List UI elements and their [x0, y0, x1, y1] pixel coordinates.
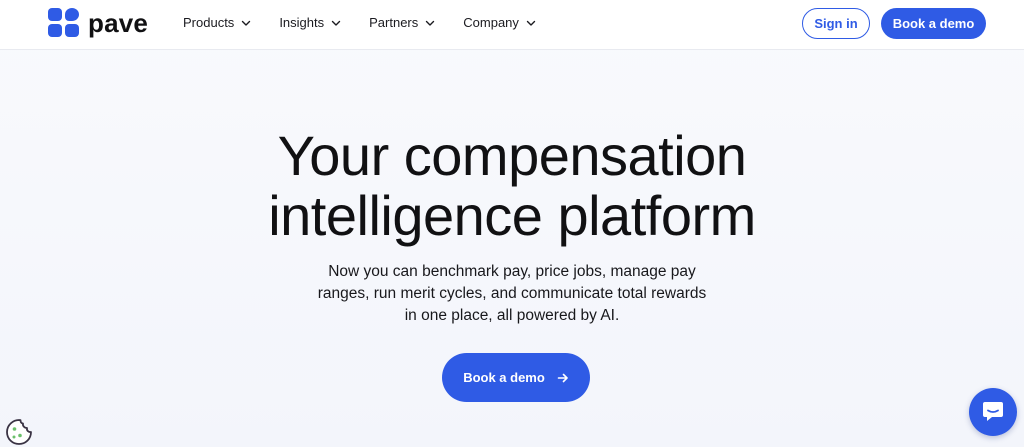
page: pave Products Insights Partners Company …	[0, 0, 1024, 447]
main-nav: Products Insights Partners Company	[183, 15, 564, 31]
sign-in-button[interactable]: Sign in	[802, 8, 870, 39]
nav-item-company[interactable]: Company	[463, 15, 536, 31]
chevron-down-icon	[331, 18, 341, 28]
logo-mark-icon	[48, 8, 80, 37]
chat-icon[interactable]	[969, 388, 1017, 436]
pave-logo[interactable]: pave	[48, 8, 148, 37]
hero-title-line2: intelligence platform	[268, 184, 756, 247]
nav-item-insights[interactable]: Insights	[279, 15, 341, 31]
nav-item-label: Partners	[369, 15, 419, 30]
book-demo-hero-button[interactable]: Book a demo	[442, 353, 590, 402]
arrow-right-icon	[557, 372, 569, 384]
hero-title: Your compensation intelligence platform	[0, 126, 1024, 246]
chevron-down-icon	[526, 18, 536, 28]
cookie-icon[interactable]	[4, 417, 34, 447]
nav-item-products[interactable]: Products	[183, 15, 251, 31]
nav-item-label: Products	[183, 15, 235, 30]
nav-item-label: Insights	[279, 15, 325, 30]
top-navbar: pave Products Insights Partners Company …	[0, 0, 1024, 50]
hero-title-line1: Your compensation	[277, 124, 747, 187]
chevron-down-icon	[241, 18, 251, 28]
nav-item-partners[interactable]: Partners	[369, 15, 435, 31]
hero-subtitle: Now you can benchmark pay, price jobs, m…	[317, 263, 707, 324]
chevron-down-icon	[425, 18, 435, 28]
hero-cta-label: Book a demo	[463, 370, 545, 385]
logo-text: pave	[88, 7, 149, 38]
nav-item-label: Company	[463, 15, 519, 30]
book-demo-nav-button[interactable]: Book a demo	[881, 8, 986, 39]
